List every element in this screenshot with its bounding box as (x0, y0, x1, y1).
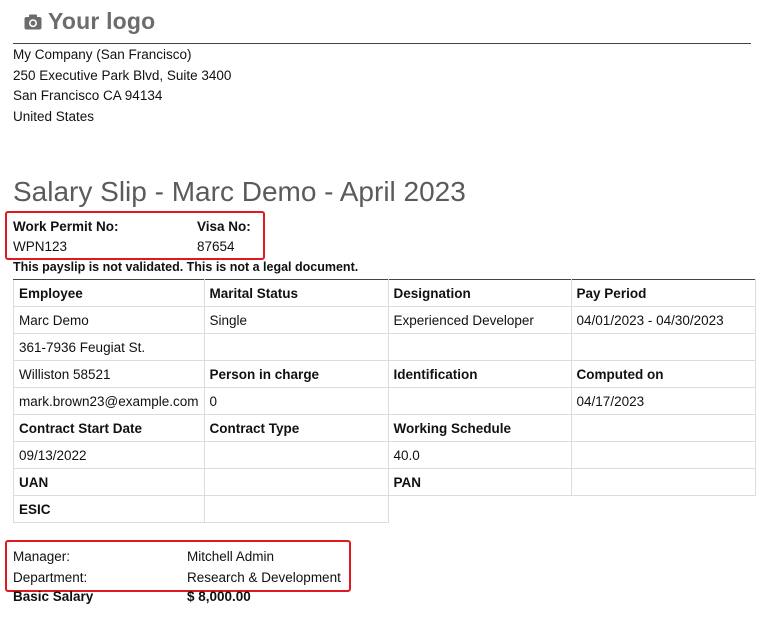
company-logo: Your logo (24, 8, 155, 35)
table-cell: 40.0 (387, 441, 572, 469)
camera-icon (24, 14, 42, 30)
table-cell: Contract Start Date (13, 414, 205, 442)
table-row: 361-7936 Feugiat St. (13, 333, 756, 361)
table-cell: Marc Demo (13, 306, 205, 334)
table-cell (387, 333, 572, 361)
table-cell: 04/17/2023 (570, 387, 756, 415)
table-cell: ESIC (13, 495, 205, 523)
table-cell (570, 414, 756, 442)
logo-text: Your logo (48, 8, 156, 34)
table-cell-empty (388, 496, 571, 523)
table-cell (203, 441, 389, 469)
company-country: United States (13, 108, 95, 124)
company-name: My Company (San Francisco) (13, 47, 192, 62)
table-row: Marc Demo Single Experienced Developer 0… (13, 306, 756, 334)
table-cell: UAN (13, 468, 205, 496)
table-cell: 0 (203, 387, 389, 415)
table-cell: Working Schedule (387, 414, 572, 442)
table-cell: Designation (387, 279, 572, 307)
table-cell-empty (571, 496, 755, 523)
table-cell: Single (203, 306, 389, 334)
table-cell: 04/01/2023 - 04/30/2023 (570, 306, 756, 334)
table-cell: PAN (387, 468, 572, 496)
table-cell (570, 468, 756, 496)
company-city: San Francisco CA 94134 (13, 88, 163, 103)
table-cell: Marital Status (203, 279, 389, 307)
validation-warning: This payslip is not validated. This is n… (13, 260, 359, 274)
company-street: 250 Executive Park Blvd, Suite 3400 (13, 67, 232, 83)
table-cell: 09/13/2022 (13, 441, 205, 469)
table-cell (203, 495, 389, 523)
table-cell: Pay Period (570, 279, 756, 307)
company-address: My Company (San Francisco) 250 Executive… (13, 45, 231, 127)
table-cell: Contract Type (203, 414, 389, 442)
table-cell: Person in charge (203, 360, 389, 388)
page-title: Salary Slip - Marc Demo - April 2023 (13, 176, 466, 207)
table-row: UAN PAN (13, 468, 756, 496)
table-cell (203, 468, 389, 496)
table-row: Williston 58521 Person in charge Identif… (13, 360, 756, 388)
table-cell (387, 387, 572, 415)
table-row: ESIC (13, 495, 756, 523)
employee-info-table: Employee Marital Status Designation Pay … (13, 279, 756, 523)
table-cell: Employee (13, 279, 205, 307)
table-row: 09/13/2022 40.0 (13, 441, 756, 469)
table-cell (570, 441, 756, 469)
header-divider (13, 43, 751, 44)
highlight-box-permit (5, 211, 265, 260)
table-cell (570, 333, 756, 361)
table-cell: Computed on (570, 360, 756, 388)
table-row: Contract Start Date Contract Type Workin… (13, 414, 756, 442)
table-cell: 361-7936 Feugiat St. (13, 333, 205, 361)
table-row: mark.brown23@example.com 0 04/17/2023 (13, 387, 756, 415)
basic-salary-label: Basic Salary (13, 589, 94, 604)
table-cell: Identification (387, 360, 572, 388)
basic-salary-value: $ 8,000.00 (187, 589, 251, 604)
table-cell (203, 333, 389, 361)
table-cell: mark.brown23@example.com (13, 387, 205, 415)
highlight-box-manager (5, 540, 351, 592)
table-cell: Williston 58521 (13, 360, 205, 388)
table-cell: Experienced Developer (387, 306, 572, 334)
table-row: Employee Marital Status Designation Pay … (13, 279, 756, 307)
